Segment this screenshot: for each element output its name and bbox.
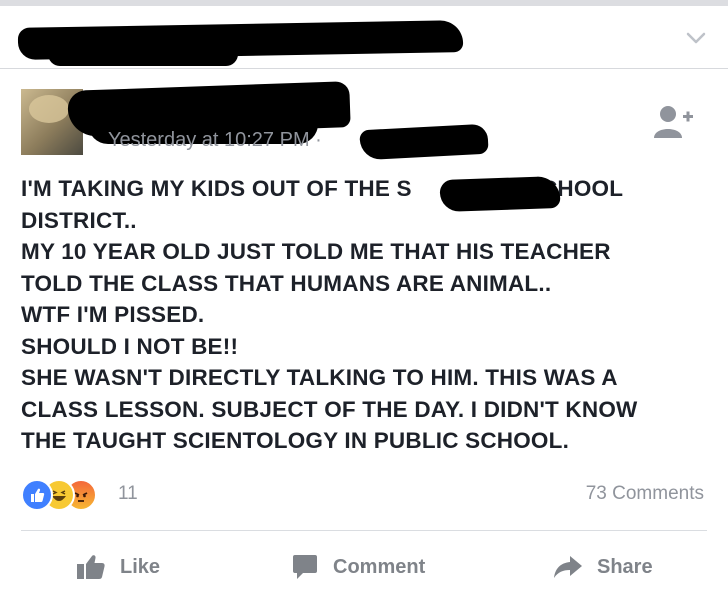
reaction-count[interactable]: 11 [118, 483, 138, 505]
post-line: TOLD THE CLASS THAT HUMANS ARE ANIMAL.. [21, 270, 552, 296]
redacted-district-name [439, 175, 561, 213]
divider [0, 68, 728, 69]
redacted-privacy [359, 123, 489, 161]
post-line: DISTRICT.. [21, 207, 137, 233]
add-friend-icon[interactable] [652, 104, 696, 140]
share-arrow-icon [554, 556, 582, 578]
thumbs-up-icon [77, 555, 105, 579]
post-line: THE TAUGHT SCIENTOLOGY IN PUBLIC SCHOOL. [21, 428, 570, 453]
post-line: SHOULD I NOT BE!! [21, 333, 239, 359]
like-reaction-icon [21, 479, 53, 511]
share-button[interactable]: Share [553, 552, 653, 582]
post-message: I'M TAKING MY KIDS OUT OF THE S SCHOOL DI… [21, 173, 711, 457]
chevron-down-icon[interactable] [686, 32, 706, 44]
post-line: WTF I'M PISSED. [21, 302, 205, 327]
like-button[interactable]: Like [76, 552, 160, 582]
comment-button-label: Comment [333, 555, 426, 578]
post-line: MY 10 YEAR OLD JUST TOLD ME THAT HIS TEA… [21, 239, 611, 264]
comments-count[interactable]: 73 Comments [586, 483, 704, 505]
comment-button[interactable]: Comment [291, 552, 425, 582]
share-header [0, 6, 728, 68]
post-line: CLASS LESSON. SUBJECT OF THE DAY. I DIDN… [21, 396, 638, 422]
like-button-label: Like [120, 555, 161, 578]
divider [21, 530, 707, 531]
post-line: SHE WASN'T DIRECTLY TALKING TO HIM. THIS… [21, 365, 618, 390]
redacted-header-text [48, 42, 238, 66]
post-line: I'M TAKING MY KIDS OUT OF THE S SCHOOL [21, 176, 624, 201]
share-button-label: Share [597, 555, 653, 578]
post-timestamp[interactable]: Yesterday at 10:27 PM · [108, 129, 322, 152]
comment-icon [293, 555, 317, 579]
